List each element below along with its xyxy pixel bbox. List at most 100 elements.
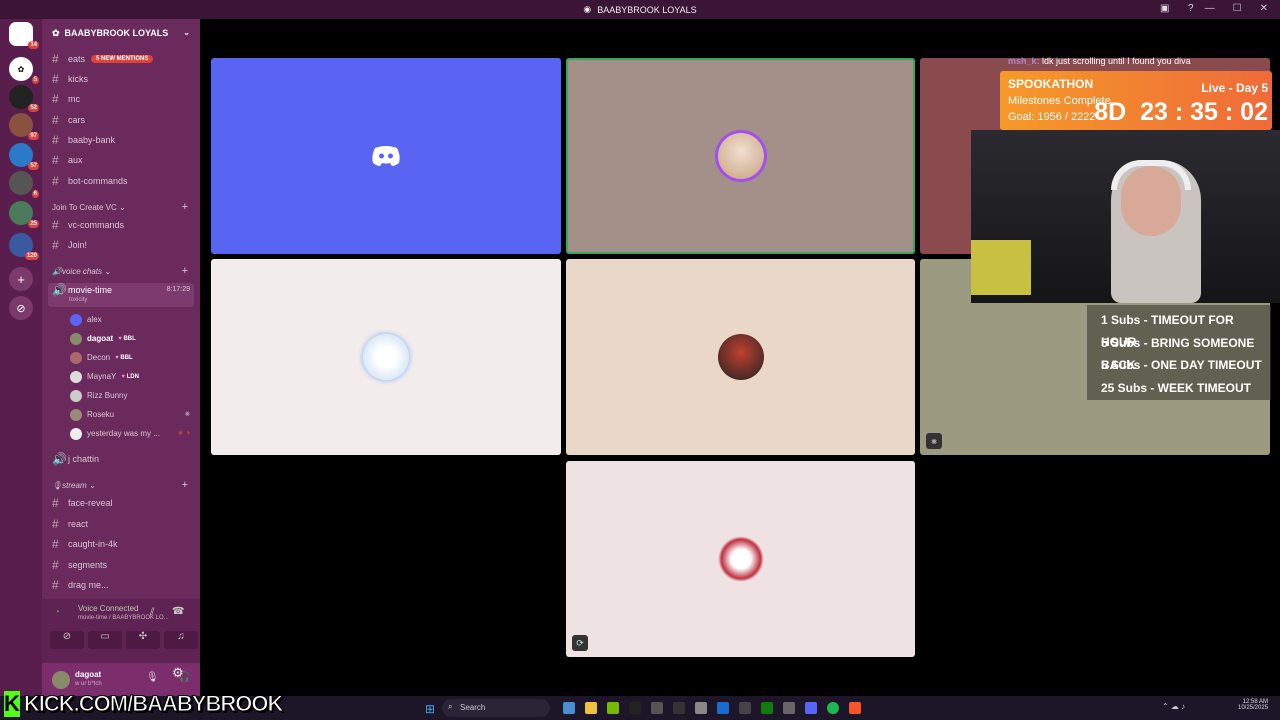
app-icon[interactable]: [739, 702, 751, 714]
category-stream[interactable]: 🎙stream ⌄: [52, 481, 96, 490]
mentions-badge[interactable]: 5 NEW MENTIONS: [91, 55, 154, 63]
server-icon[interactable]: 57: [9, 143, 39, 170]
hash-icon: #: [52, 578, 59, 592]
disconnect-icon[interactable]: ☎: [172, 606, 184, 617]
channel-react[interactable]: # react: [52, 516, 88, 532]
avatar: [70, 389, 82, 402]
hash-icon: #: [52, 153, 59, 167]
tray-icons[interactable]: ⌃ ☁ ♪: [1162, 702, 1185, 711]
gear-icon[interactable]: ⚙: [172, 665, 184, 681]
maximize-button[interactable]: ☐: [1233, 3, 1242, 14]
voice-user[interactable]: MaynaY ♥ LDN: [70, 369, 139, 384]
voice-user[interactable]: dagoat ♥ BBL: [70, 331, 136, 346]
channel-segments[interactable]: # segments: [52, 557, 107, 573]
channel-label: caught-in-4k: [68, 539, 118, 549]
discord-icon[interactable]: [805, 702, 817, 714]
soundboard-button[interactable]: ♫: [164, 631, 198, 649]
windows-start-icon[interactable]: ⊞: [425, 702, 435, 716]
pop-out-icon[interactable]: ⟳: [572, 635, 588, 651]
voice-status[interactable]: Voice Connected: [78, 604, 139, 613]
avatar: [363, 334, 409, 380]
brave-icon[interactable]: [849, 702, 861, 714]
discord-logo-icon: [372, 146, 400, 166]
voice-user[interactable]: Roseku: [70, 407, 114, 422]
voice-channel-movie-time[interactable]: 🔊 movie-time: [52, 282, 112, 298]
app-icon[interactable]: [651, 702, 663, 714]
video-tile-speaking[interactable]: [566, 58, 915, 254]
voice-user[interactable]: Decon ♥ BBL: [70, 350, 133, 365]
category-voice-chats[interactable]: 🔊voice chats ⌄: [52, 267, 111, 276]
hash-icon: #: [52, 558, 59, 572]
chevron-down-icon[interactable]: ⌄: [183, 28, 190, 37]
server-icon[interactable]: 97: [9, 113, 39, 140]
screen-share-button[interactable]: ▭: [88, 631, 122, 649]
user-name[interactable]: dagoat: [75, 670, 101, 679]
channel-baaby-bank[interactable]: # baaby-bank: [52, 132, 115, 148]
server-header[interactable]: ✿ BAABYBROOK LOYALS ⌄: [42, 19, 200, 47]
channel-drag-me[interactable]: # drag me...: [52, 577, 109, 593]
voice-user[interactable]: alex: [70, 312, 102, 327]
server-icon[interactable]: 52: [9, 85, 39, 112]
minimize-button[interactable]: —: [1205, 3, 1215, 14]
microphone-icon[interactable]: 🎙: [146, 672, 159, 683]
server-name: BAABYBROOK LOYALS: [64, 28, 169, 38]
channel-cars[interactable]: # cars: [52, 112, 85, 128]
avatar: [70, 370, 82, 383]
channel-kicks[interactable]: # kicks: [52, 71, 88, 87]
taskbar-search[interactable]: ⌕ Search: [442, 699, 550, 717]
channel-vc-commands[interactable]: # vc-commands: [52, 217, 124, 233]
countdown-timer: 8D 23 : 35 : 02: [1094, 98, 1268, 126]
user-name: yesterday was my ...: [87, 429, 160, 438]
server-icon-active[interactable]: ✿ 5: [9, 57, 39, 84]
server-icon[interactable]: 25: [9, 201, 39, 228]
voice-channel-j-chattin[interactable]: 🔊 j chattin: [52, 451, 99, 467]
channel-label: Join!: [68, 240, 88, 250]
activities-button[interactable]: ✣: [126, 631, 160, 649]
video-tile[interactable]: [211, 58, 561, 254]
add-channel-icon[interactable]: +: [182, 201, 188, 213]
folder-icon[interactable]: [585, 702, 597, 714]
avatar[interactable]: [52, 671, 70, 689]
app-icon[interactable]: [783, 702, 795, 714]
video-tile[interactable]: [211, 259, 561, 455]
add-channel-icon[interactable]: +: [182, 265, 188, 277]
voice-user[interactable]: Rizz Bunny: [70, 388, 127, 403]
category-join-to-create[interactable]: Join To Create VC ⌄: [52, 203, 126, 212]
inbox-icon[interactable]: ▣: [1160, 3, 1169, 14]
user-name: Decon: [87, 353, 111, 362]
channel-face-reveal[interactable]: # face-reveal: [52, 495, 113, 511]
server-icon[interactable]: 120: [9, 233, 39, 260]
home-button[interactable]: 14: [9, 22, 39, 49]
add-server-icon[interactable]: +: [9, 267, 33, 291]
voice-user[interactable]: yesterday was my ...: [70, 426, 160, 441]
app-icon[interactable]: [563, 702, 575, 714]
channel-label: baaby-bank: [68, 135, 116, 145]
close-button[interactable]: ✕: [1260, 3, 1268, 14]
add-channel-icon[interactable]: +: [182, 479, 188, 491]
channel-bot-commands[interactable]: # bot-commands: [52, 173, 128, 189]
video-tile[interactable]: [566, 259, 915, 455]
app-icon[interactable]: [717, 702, 729, 714]
clock[interactable]: 12:58 AM 10/25/2025: [1238, 699, 1268, 711]
channel-caught-in-4k[interactable]: # caught-in-4k: [52, 536, 118, 552]
voice-location[interactable]: movie-time / BAABYBROOK LO...: [78, 615, 169, 621]
channel-join[interactable]: # Join!: [52, 237, 87, 253]
xbox-icon[interactable]: [761, 702, 773, 714]
channel-mc[interactable]: # mc: [52, 91, 80, 107]
noise-suppression-icon[interactable]: ⫽: [150, 607, 154, 618]
app-icon[interactable]: [673, 702, 685, 714]
app-icon[interactable]: [629, 702, 641, 714]
steam-icon[interactable]: [695, 702, 707, 714]
channel-label: face-reveal: [68, 498, 113, 508]
app-icon[interactable]: [607, 702, 619, 714]
camera-off-button[interactable]: ⊘: [50, 631, 84, 649]
channel-eats[interactable]: # eats 5 NEW MENTIONS: [52, 51, 154, 67]
channel-label: drag me...: [68, 580, 109, 590]
spotify-icon[interactable]: [827, 702, 839, 714]
server-icon[interactable]: 6: [9, 171, 39, 198]
sub-goal: 25 Subs - WEEK TIMEOUT: [1101, 380, 1252, 395]
channel-aux[interactable]: # aux: [52, 152, 83, 168]
discover-icon[interactable]: ⊘: [9, 296, 33, 320]
help-icon[interactable]: ?: [1188, 3, 1194, 14]
video-tile[interactable]: ⟳: [566, 461, 915, 657]
